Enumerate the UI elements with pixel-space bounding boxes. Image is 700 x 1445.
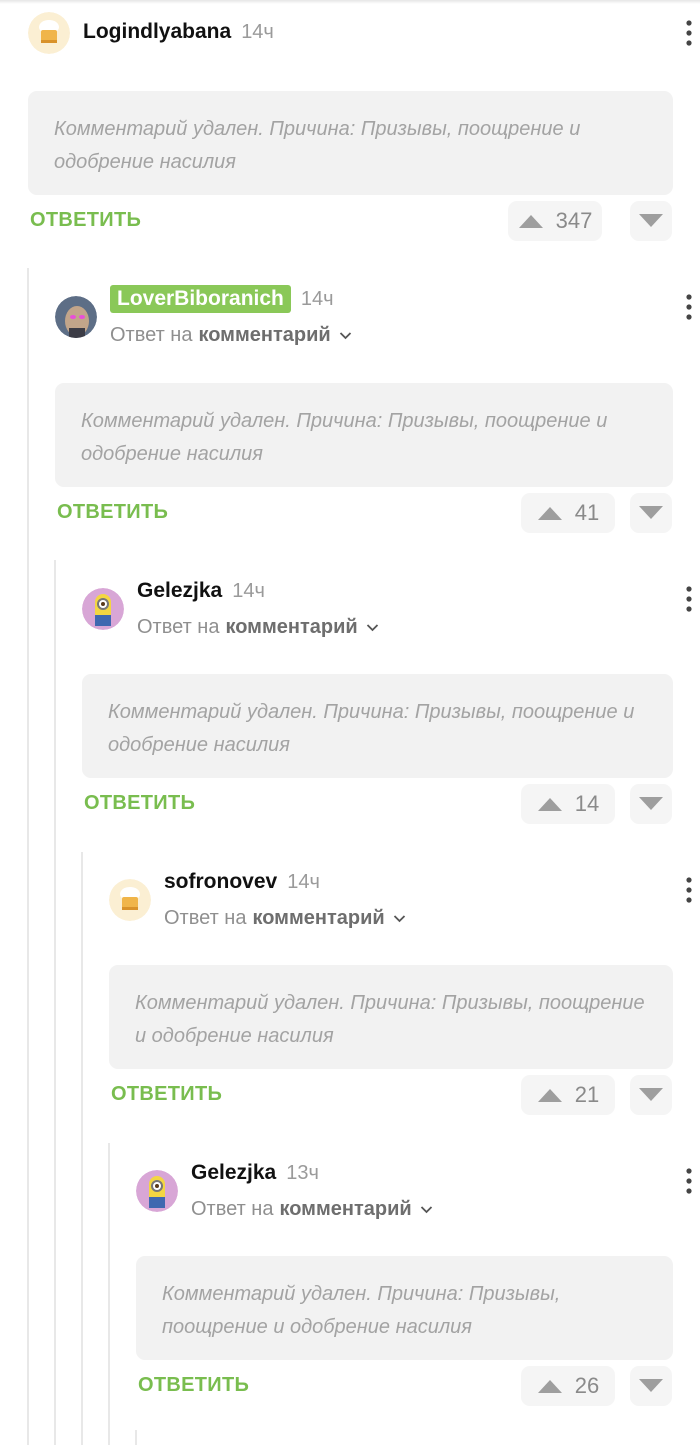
chevron-down-icon[interactable] <box>393 914 406 923</box>
comment: Gelezjka 14ч Ответ на комментарий Коммен… <box>82 576 692 856</box>
thread-line-level-2[interactable] <box>54 560 56 1445</box>
arrow-up-icon <box>537 507 562 520</box>
comment-body: Комментарий удален. Причина: Призывы, по… <box>136 1256 673 1360</box>
comment-body: Комментарий удален. Причина: Призывы, по… <box>82 674 673 778</box>
comment-time: 13ч <box>286 1161 319 1184</box>
arrow-up-icon <box>537 1089 562 1102</box>
arrow-down-icon <box>639 1088 663 1101</box>
comment-time: 14ч <box>241 20 274 43</box>
reply-button[interactable]: ОТВЕТИТЬ <box>57 501 168 524</box>
chef-hat-avatar-icon[interactable] <box>28 12 70 54</box>
upvote-button[interactable]: 26 <box>521 1366 615 1406</box>
chevron-down-icon[interactable] <box>420 1205 433 1214</box>
comment: LoverBiboranich 14ч Ответ на комментарий… <box>55 284 692 564</box>
downvote-button[interactable] <box>630 201 672 241</box>
more-options-icon[interactable] <box>679 292 699 322</box>
comment-body: Комментарий удален. Причина: Призывы, по… <box>55 383 673 487</box>
more-options-icon[interactable] <box>679 584 699 614</box>
reply-to-target[interactable]: комментарий <box>252 907 384 930</box>
comment-body: Комментарий удален. Причина: Призывы, по… <box>109 965 673 1069</box>
glowing-eyes-portrait-avatar[interactable] <box>55 296 97 338</box>
thread-line-level-4[interactable] <box>108 1143 110 1445</box>
arrow-up-icon <box>518 215 543 228</box>
reply-to-prefix: Ответ на <box>191 1198 274 1220</box>
comment: Logindlyabana 14ч Комментарий удален. Пр… <box>28 12 692 296</box>
comment: Gelezjka 13ч Ответ на комментарий Коммен… <box>136 1158 692 1438</box>
upvote-button[interactable]: 14 <box>521 784 615 824</box>
minion-avatar[interactable] <box>136 1170 178 1212</box>
upvote-button[interactable]: 347 <box>508 201 602 241</box>
arrow-down-icon <box>639 214 663 227</box>
downvote-button[interactable] <box>630 1366 672 1406</box>
thread-line-level-1[interactable] <box>27 268 29 1445</box>
arrow-up-icon <box>537 1380 562 1393</box>
reply-to-target[interactable]: комментарий <box>279 1198 411 1221</box>
arrow-down-icon <box>639 506 663 519</box>
comment-body: Комментарий удален. Причина: Призывы, по… <box>28 91 673 195</box>
arrow-down-icon <box>639 797 663 810</box>
downvote-button[interactable] <box>630 1075 672 1115</box>
vote-count: 347 <box>555 208 593 233</box>
comment: sofronovev 14ч Ответ на комментарий Комм… <box>109 867 692 1147</box>
minion-avatar[interactable] <box>82 588 124 630</box>
reply-button[interactable]: ОТВЕТИТЬ <box>138 1374 249 1397</box>
vote-count: 14 <box>574 791 600 816</box>
top-divider <box>0 0 700 4</box>
author-name[interactable]: Logindlyabana <box>83 20 231 44</box>
reply-to-link[interactable]: Ответ на комментарий <box>110 324 352 347</box>
downvote-button[interactable] <box>630 784 672 824</box>
reply-to-prefix: Ответ на <box>164 907 247 929</box>
author-name[interactable]: Gelezjka <box>191 1161 276 1185</box>
author-name[interactable]: LoverBiboranich <box>110 285 291 313</box>
thread-line-level-3[interactable] <box>81 852 83 1445</box>
reply-to-link[interactable]: Ответ на комментарий <box>191 1198 433 1221</box>
chef-hat-avatar-icon[interactable] <box>109 879 151 921</box>
more-options-icon[interactable] <box>679 875 699 905</box>
upvote-button[interactable]: 41 <box>521 493 615 533</box>
reply-button[interactable]: ОТВЕТИТЬ <box>30 209 141 232</box>
comment-time: 14ч <box>300 287 334 310</box>
reply-to-prefix: Ответ на <box>137 616 220 638</box>
reply-to-prefix: Ответ на <box>110 324 193 346</box>
reply-button[interactable]: ОТВЕТИТЬ <box>111 1083 222 1106</box>
chevron-down-icon[interactable] <box>339 331 352 340</box>
comment-time: 14ч <box>287 870 320 893</box>
reply-to-link[interactable]: Ответ на комментарий <box>164 907 406 930</box>
vote-count: 41 <box>574 500 600 525</box>
comment-time: 14ч <box>232 579 265 602</box>
reply-to-target[interactable]: комментарий <box>225 616 357 639</box>
arrow-up-icon <box>537 798 562 811</box>
reply-to-link[interactable]: Ответ на комментарий <box>137 616 379 639</box>
arrow-down-icon <box>639 1379 663 1392</box>
author-name[interactable]: Gelezjka <box>137 579 222 603</box>
more-options-icon[interactable] <box>679 18 699 48</box>
more-options-icon[interactable] <box>679 1166 699 1196</box>
vote-count: 26 <box>574 1373 600 1398</box>
downvote-button[interactable] <box>630 493 672 533</box>
upvote-button[interactable]: 21 <box>521 1075 615 1115</box>
chevron-down-icon[interactable] <box>366 623 379 632</box>
vote-count: 21 <box>574 1082 600 1107</box>
reply-to-target[interactable]: комментарий <box>198 324 330 347</box>
author-name[interactable]: sofronovev <box>164 870 277 894</box>
reply-button[interactable]: ОТВЕТИТЬ <box>84 792 195 815</box>
